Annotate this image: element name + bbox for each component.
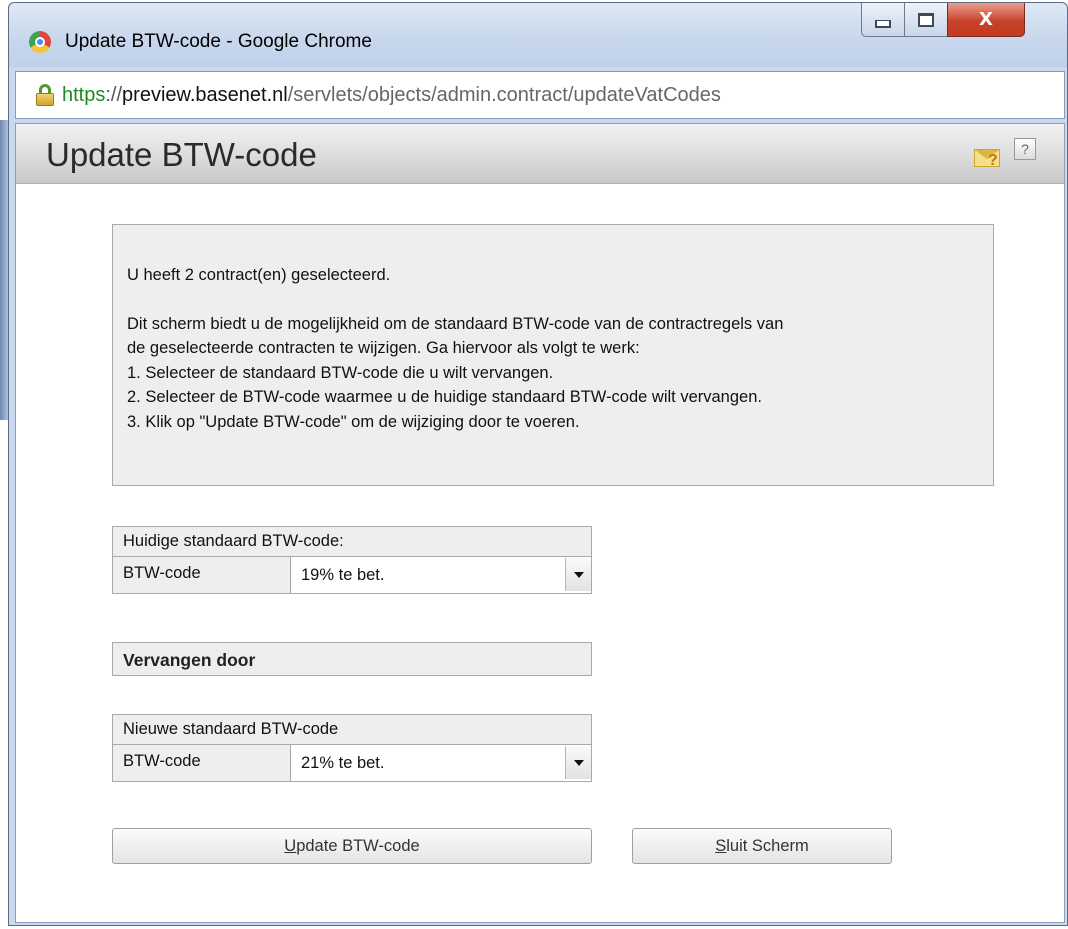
current-code-value: 19% te bet. — [301, 566, 385, 584]
close-icon: X — [979, 9, 993, 30]
update-label: pdate BTW-code — [296, 837, 420, 855]
close-screen-button[interactable]: Sluit Scherm — [632, 828, 892, 864]
info-box: U heeft 2 contract(en) geselecteerd. Dit… — [112, 224, 994, 486]
close-mnemonic: S — [715, 837, 727, 855]
url-host: preview.basenet.nl — [122, 83, 288, 106]
question-mark: ? — [988, 152, 998, 169]
maximize-button[interactable] — [904, 3, 948, 37]
current-code-table: Huidige standaard BTW-code: BTW-code 19%… — [112, 526, 592, 594]
step-2: 2. Selecteer de BTW-code waarmee u de hu… — [127, 388, 762, 406]
page-content: Update BTW-code ? ? U heeft 2 contract(e… — [15, 123, 1065, 923]
current-code-label: BTW-code — [113, 557, 291, 593]
current-code-row: BTW-code 19% te bet. — [113, 557, 591, 593]
browser-window: Update BTW-code - Google Chrome X https:… — [8, 2, 1068, 926]
url-scheme: https — [62, 83, 106, 106]
mail-help-icon[interactable]: ? — [974, 146, 1004, 169]
new-code-table: Nieuwe standaard BTW-code BTW-code 21% t… — [112, 714, 592, 782]
maximize-icon — [918, 12, 934, 27]
new-code-header: Nieuwe standaard BTW-code — [113, 715, 591, 745]
page-header: Update BTW-code ? ? — [16, 124, 1064, 184]
new-code-label: BTW-code — [113, 745, 291, 781]
close-label: luit Scherm — [726, 837, 809, 855]
help-icon[interactable]: ? — [1014, 138, 1036, 160]
minimize-button[interactable] — [861, 3, 905, 37]
url-text[interactable]: https://preview.basenet.nl/servlets/obje… — [62, 84, 721, 107]
url-path: /servlets/objects/admin.contract/updateV… — [287, 83, 721, 106]
step-1: 1. Selecteer de standaard BTW-code die u… — [127, 363, 554, 382]
replace-section-label: Vervangen door — [112, 642, 592, 676]
update-mnemonic: U — [284, 837, 297, 855]
chevron-down-icon[interactable] — [565, 746, 591, 779]
close-window-button[interactable]: X — [947, 3, 1025, 37]
new-code-select[interactable]: 21% te bet. — [291, 745, 591, 781]
current-code-header: Huidige standaard BTW-code: — [113, 527, 591, 557]
current-code-select[interactable]: 19% te bet. — [291, 557, 591, 593]
url-separator: :// — [105, 83, 123, 106]
step-3: 3. Klik op "Update BTW-code" om de wijzi… — [127, 412, 580, 431]
page-title: Update BTW-code — [46, 136, 317, 173]
address-bar[interactable]: https://preview.basenet.nl/servlets/obje… — [15, 71, 1065, 119]
chevron-down-icon[interactable] — [565, 558, 591, 591]
lock-icon[interactable] — [36, 84, 54, 106]
minimize-icon — [875, 19, 891, 28]
chrome-icon — [29, 31, 51, 53]
new-code-row: BTW-code 21% te bet. — [113, 745, 591, 781]
intro-line-2: de geselecteerde contracten te wijzigen.… — [127, 339, 640, 357]
update-btw-code-button[interactable]: Update BTW-code — [112, 828, 592, 864]
window-title: Update BTW-code - Google Chrome — [65, 31, 372, 52]
intro-line-1: Dit scherm biedt u de mogelijkheid om de… — [127, 314, 784, 333]
new-code-value: 21% te bet. — [301, 754, 385, 772]
selection-text: U heeft 2 contract(en) geselecteerd. — [127, 266, 391, 284]
